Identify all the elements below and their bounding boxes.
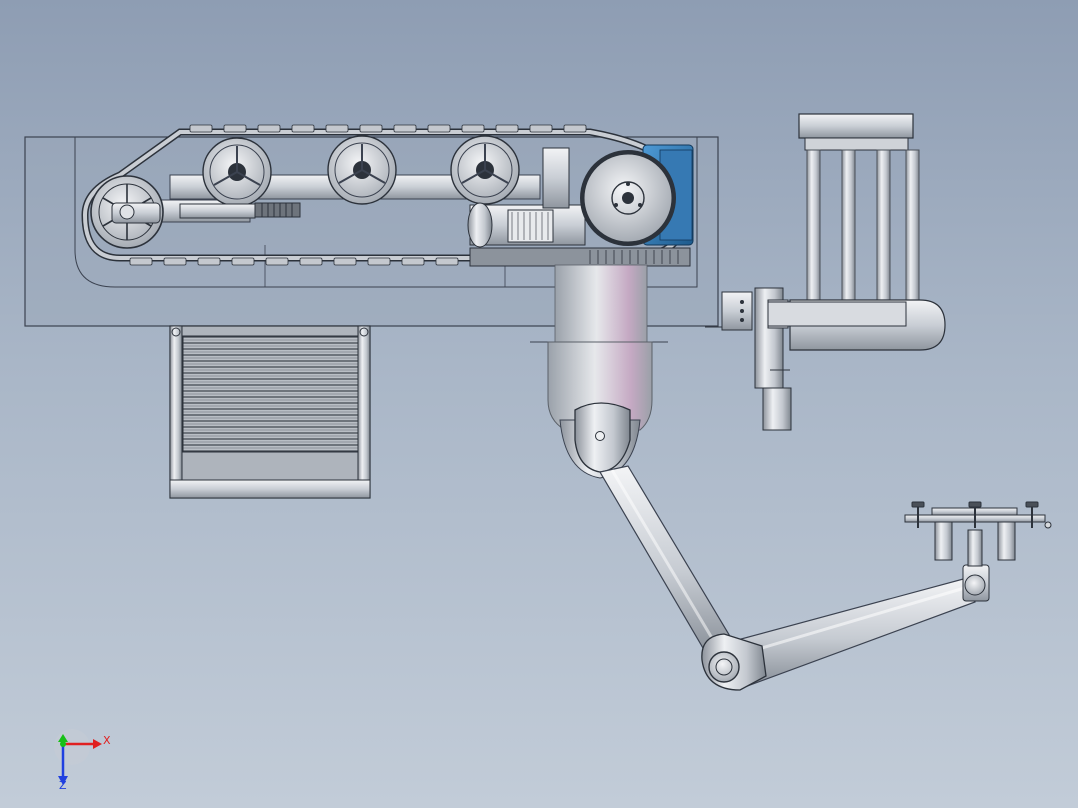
cad-viewport[interactable]: X Z	[0, 0, 1078, 808]
track-pad	[333, 257, 357, 266]
track-pad	[401, 257, 425, 266]
track-pad	[197, 257, 221, 266]
track-pad	[563, 124, 587, 133]
z-axis-label: Z	[59, 779, 67, 792]
tensioner-screw	[179, 202, 301, 219]
track-pad	[367, 257, 391, 266]
track-pad	[359, 124, 383, 133]
road-wheel	[450, 135, 520, 205]
track-pad	[427, 124, 451, 133]
drive-sprocket	[580, 150, 676, 246]
coordinate-triad: X Z	[54, 729, 111, 792]
track-pad	[129, 257, 153, 266]
track-pad	[393, 124, 417, 133]
cylinder-bank	[767, 113, 946, 351]
track-pad	[231, 257, 255, 266]
track-pad	[299, 257, 323, 266]
x-axis-label: X	[103, 734, 111, 747]
arm-lower-link	[729, 577, 976, 689]
road-wheel	[202, 137, 272, 207]
battery-grille	[169, 325, 371, 499]
track-pad	[529, 124, 553, 133]
idler-wheel	[90, 175, 164, 249]
track-pad	[325, 124, 349, 133]
road-wheel	[327, 135, 397, 205]
y-axis-origin	[60, 741, 66, 747]
track-pad	[163, 257, 187, 266]
track-pad	[257, 124, 281, 133]
track-pad	[435, 257, 459, 266]
x-axis-arrow-icon	[93, 739, 102, 749]
track-pad	[265, 257, 289, 266]
track-pad	[461, 124, 485, 133]
track-pad	[189, 124, 213, 133]
track-pad	[291, 124, 315, 133]
track-pad	[223, 124, 247, 133]
end-effector	[904, 501, 1052, 602]
track-pad	[495, 124, 519, 133]
arm-upper-link	[599, 465, 738, 661]
assembly-drawing: X Z	[24, 113, 1052, 792]
